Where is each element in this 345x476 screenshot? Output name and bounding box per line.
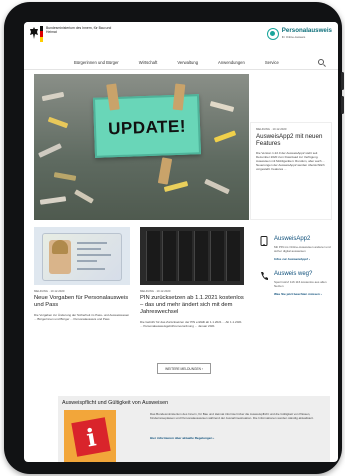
site-header: Bundesministerium des Innern, für Bau un… xyxy=(24,22,338,56)
smartphone-icon xyxy=(260,236,268,246)
hero-image[interactable]: UPDATE! xyxy=(34,74,249,220)
nav-item-buerger[interactable]: Bürgerinnen und Bürger xyxy=(74,60,119,65)
volume-button-lower xyxy=(341,96,344,114)
news-item[interactable]: MELDUNG · 10.12.2020 PIN zurücksetzen ab… xyxy=(140,227,244,328)
portrait-photo xyxy=(49,240,71,274)
volume-button xyxy=(341,72,344,90)
clothespin-decoration xyxy=(41,91,65,102)
id-card-graphic xyxy=(42,233,122,281)
brand-subtitle: Ihr Online-Ausweis xyxy=(281,35,306,39)
clothespin-decoration xyxy=(204,178,230,195)
id-card-image[interactable] xyxy=(34,227,130,285)
info-card-icon: i xyxy=(71,417,111,457)
clothespin-decoration xyxy=(47,116,69,129)
clothespin-decoration xyxy=(209,100,235,113)
clothespin-decoration xyxy=(38,143,62,158)
news-title[interactable]: PIN zurücksetzen ab 1.1.2021 kostenlos –… xyxy=(140,295,244,316)
brand-title-text: Personalausweis xyxy=(281,27,332,34)
ausweisapp-box: AusweisApp2 Mit PIN ins Online-Ausweisen… xyxy=(260,236,336,261)
nav-item-verwaltung[interactable]: Verwaltung xyxy=(177,60,198,65)
nav-item-service[interactable]: Service xyxy=(265,60,279,65)
lost-id-box: Ausweis weg? Sperrnotruf 116 116 kostenl… xyxy=(260,271,336,296)
news-date: MELDUNG · 10.12.2020 xyxy=(140,289,171,293)
news-text: Die Vorgaben zur Änderung der Sicherheit… xyxy=(34,313,130,321)
clothespin-decoration xyxy=(53,172,77,181)
teaser-text: Die Version 1.22.0 der AusweisApp2 steht… xyxy=(256,151,325,171)
news-text: Die Gebühr für das Zurücksetzen der PIN … xyxy=(140,320,242,328)
search-icon[interactable] xyxy=(318,59,324,65)
brand-title: Personalausweis Ihr Online-Ausweis xyxy=(281,27,332,40)
news-date: MELDUNG · 10.12.2020 xyxy=(34,289,65,293)
info-panel: Ausweispflicht und Gültigkeit von Auswei… xyxy=(58,396,330,462)
ausweisapp-text: Mit PIN ins Online-Ausweisen anderer und… xyxy=(274,245,331,253)
nav-item-wirtschaft[interactable]: Wirtschaft xyxy=(139,60,158,65)
update-board-text: UPDATE! xyxy=(107,116,187,139)
lost-id-text: Sperrnotruf 116 116 kostenlos aus allen … xyxy=(274,280,327,288)
hero-teaser-card[interactable]: MELDUNG · 10.12.2020 AusweisApp2 mit neu… xyxy=(250,122,332,220)
info-title: Ausweispflicht und Gültigkeit von Auswei… xyxy=(62,400,169,406)
clothespin-decoration xyxy=(213,130,237,143)
info-text: Das Bundesministerium des Innern, für Ba… xyxy=(150,412,314,420)
info-image[interactable]: i xyxy=(64,410,116,462)
clothespin-decoration xyxy=(74,189,94,204)
clip-icon xyxy=(157,157,173,185)
ausweisapp-title: AusweisApp2 xyxy=(274,236,311,242)
federal-eagle-icon xyxy=(30,27,38,39)
teaser-date: MELDUNG · 10.12.2020 xyxy=(256,127,287,131)
info-letter: i xyxy=(84,422,99,453)
personalausweis-logo-icon xyxy=(266,28,279,40)
lost-id-title: Ausweis weg? xyxy=(274,271,313,277)
teaser-title[interactable]: AusweisApp2 mit neuen Features xyxy=(256,133,326,147)
service-sidebar: AusweisApp2 Mit PIN ins Online-Ausweisen… xyxy=(260,236,336,306)
news-item[interactable]: MELDUNG · 10.12.2020 Neue Vorgaben für P… xyxy=(34,227,130,321)
info-link[interactable]: Hier informieren über aktuelle Regelunge… xyxy=(150,436,214,440)
more-news-button[interactable]: WEITERE MELDUNGEN › xyxy=(157,363,211,374)
law-books-image[interactable] xyxy=(140,227,244,285)
main-navigation: Bürgerinnen und Bürger Wirtschaft Verwal… xyxy=(24,56,338,70)
screen: Bundesministerium des Innern, für Bau un… xyxy=(24,22,338,462)
ausweisapp-link[interactable]: Infos zur AusweisApp2 › xyxy=(274,257,336,261)
ministry-name[interactable]: Bundesministerium des Innern, für Bau un… xyxy=(46,26,116,34)
tablet-frame: Bundesministerium des Innern, für Bau un… xyxy=(4,2,344,474)
nav-item-anwendungen[interactable]: Anwendungen xyxy=(218,60,245,65)
brand-logo-link[interactable]: Personalausweis Ihr Online-Ausweis xyxy=(266,27,332,40)
clothespin-decoration xyxy=(39,196,67,205)
phone-icon xyxy=(261,272,268,280)
lost-id-link[interactable]: Was Sie jetzt beachten müssen › xyxy=(274,292,336,296)
german-flag-icon xyxy=(40,26,43,42)
news-title[interactable]: Neue Vorgaben für Personalausweis und Pa… xyxy=(34,295,130,309)
